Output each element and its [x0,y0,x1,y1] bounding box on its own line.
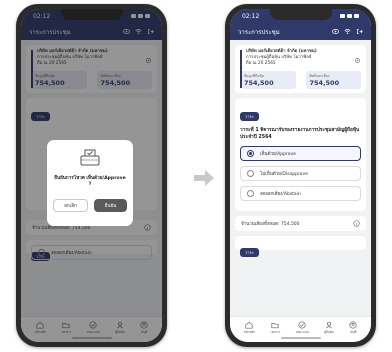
option-label: ไม่เห็นด้วย/Disapprove [260,172,308,177]
info-icon[interactable] [353,220,360,227]
screen: 02:12 วาระการประชุม บริษัท มอร์เดียวสต์อ… [21,9,162,342]
gear-icon[interactable] [354,49,361,63]
agenda-card: วาระ วาระที่ 1 พิจารณารับรองรายงานการประ… [235,98,366,211]
page-title: วาระการประชุม [238,28,280,36]
app-bar: วาระการประชุม [230,23,371,40]
notch [269,9,332,20]
phone-vote-state: 02:12 วาระการประชุม บริษัท มอร์เดียวสต์อ… [225,4,376,347]
vote-options: เห็นด้วย/Approve ไม่เห็นด้วย/Disapprove … [240,146,361,201]
agenda-title: วาระที่ 1 พิจารณารับรองรายงานการประชุมสา… [240,128,360,140]
home-indicator [280,337,321,339]
tab-label: เอกสาร [270,329,281,334]
user-icon [349,320,357,329]
screen: 02:12 วาระการประชุม บริษัท มอร์เดียวสต์อ… [230,9,371,342]
tab-vote[interactable]: ลงคะแนน [295,320,309,335]
tab-label: หน้าหลัก [243,329,256,334]
home-icon [245,321,253,329]
cancel-button[interactable]: ยกเลิก [53,199,88,212]
agenda-tag: วาระ [240,248,259,257]
option-abstain[interactable]: งดออกเสียง/Abstain [240,186,361,201]
company-card: บริษัท มอร์เดียวสต์อ้า จำกัด (มหาชน) การ… [235,45,366,93]
tab-home[interactable]: หน้าหลัก [244,321,255,335]
stat-shares: ข้อมูลที่ถือหุ้น 754,500 [240,71,296,89]
eye-icon[interactable] [332,28,339,35]
confirm-button[interactable]: ยืนยัน [94,199,127,212]
radio[interactable] [247,170,254,177]
next-agenda-card: วาระ [235,236,366,257]
stats: ข้อมูลที่ถือหุ้น 754,500 สิทธิออกเสียง 7… [240,71,361,89]
arrow-right-icon [193,168,215,188]
phone-confirm-state: 02:12 วาระการประชุม บริษัท มอร์เดียวสต์อ… [16,4,167,347]
option-disapprove[interactable]: ไม่เห็นด้วย/Disapprove [240,166,361,181]
total-votes-label: จำนวนเสียงทั้งหมด: 754,500 [241,222,300,227]
tab-documents[interactable]: เอกสาร [270,321,281,335]
confirm-dialog: ยืนยันการโหวต เห็นด้วย/Approve ? ยกเลิก … [47,140,133,226]
radio-selected[interactable] [247,150,254,157]
company-info: บริษัท มอร์เดียวสต์อ้า จำกัด (มหาชน) การ… [246,49,361,67]
option-approve[interactable]: เห็นด้วย/Approve [240,146,361,161]
total-votes-row: จำนวนเสียงทั้งหมด: 754,500 [235,216,366,231]
dialog-message: ยืนยันการโหวต เห็นด้วย/Approve ? [54,176,126,187]
stat-votes: สิทธิออกเสียง 754,500 [305,71,361,89]
person-icon [325,321,333,329]
wifi-icon [344,28,351,35]
tab-label: ผู้ถือหุ้น [324,329,334,334]
folder-icon [271,321,280,329]
accent-bar [240,50,242,88]
option-label: เห็นด้วย/Approve [260,152,296,157]
appbar-actions [332,28,363,35]
status-time: 02:12 [242,12,260,20]
tab-account[interactable]: บัญชี [349,320,357,335]
stat-value: 754,500 [309,79,340,87]
radio[interactable] [247,190,254,197]
status-icons [340,14,359,18]
tab-label: ลงคะแนน [295,329,309,334]
agenda-tag: วาระ [240,112,259,121]
stat-value: 754,500 [244,79,274,87]
dialog-actions: ยกเลิก ยืนยัน [53,199,127,212]
ballot-icon [79,147,101,167]
tab-shareholders[interactable]: ผู้ถือหุ้น [324,321,334,335]
option-label: งดออกเสียง/Abstain [260,192,301,197]
logout-icon[interactable] [356,28,363,35]
meeting-date: ถือ ณ 2ปี 2565 [246,61,276,66]
tab-label: บัญชี [349,329,357,334]
vote-icon [298,320,306,329]
